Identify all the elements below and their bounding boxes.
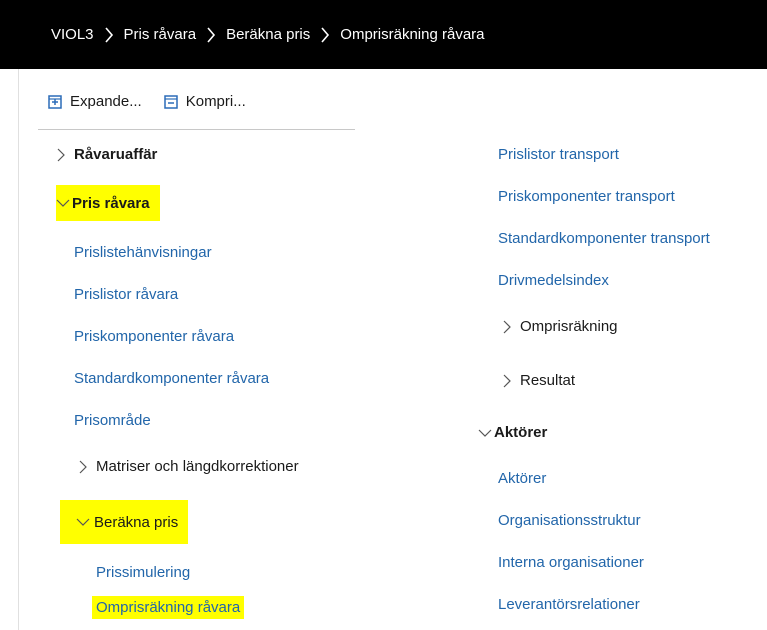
breadcrumb-item-pris-ravara[interactable]: Pris råvara [124,26,197,43]
group-label: Omprisräkning [520,318,618,335]
group-berakna-pris[interactable]: Beräkna pris [60,500,189,544]
group-omprisrakning[interactable]: Omprisräkning [500,318,618,335]
breadcrumb-item-viol3[interactable]: VIOL3 [51,26,94,43]
link-omprisrakning-ravara[interactable]: Omprisräkning råvara [92,596,245,619]
link-priskomponenter-ravara[interactable]: Priskomponenter råvara [74,328,234,345]
link-interna-organisationer[interactable]: Interna organisationer [498,554,644,571]
group-pris-ravara[interactable]: Pris råvara [56,185,160,221]
group-label: Pris råvara [72,194,150,212]
link-leverantorsrelationer[interactable]: Leverantörsrelationer [498,596,640,613]
chevron-down-icon [76,515,90,529]
chevron-right-icon [500,320,514,334]
chevron-down-icon [478,426,492,440]
link-drivmedelsindex[interactable]: Drivmedelsindex [498,272,609,289]
toolbar-divider [38,129,355,130]
link-organisationsstruktur[interactable]: Organisationsstruktur [498,512,641,529]
link-prislistor-transport[interactable]: Prislistor transport [498,146,619,163]
link-prislistor-ravara[interactable]: Prislistor råvara [74,286,178,303]
expand-all-button[interactable]: Expande... [48,93,142,110]
breadcrumb: VIOL3 Pris råvara Beräkna pris Omprisräk… [0,0,767,69]
chevron-right-icon [76,460,90,474]
minus-square-icon [163,94,178,109]
link-standardkomponenter-ravara[interactable]: Standardkomponenter råvara [74,370,269,387]
link-prisomrade[interactable]: Prisområde [74,412,151,429]
left-border [18,69,19,630]
chevron-right-icon [206,25,216,45]
link-standardkomponenter-transport[interactable]: Standardkomponenter transport [498,230,710,247]
group-label: Aktörer [494,424,548,441]
link-priskomponenter-transport[interactable]: Priskomponenter transport [498,188,675,205]
chevron-down-icon [56,196,70,210]
plus-square-icon [48,94,62,109]
breadcrumb-item-omprisrakning-ravara[interactable]: Omprisräkning råvara [340,26,484,43]
breadcrumb-item-berakna-pris[interactable]: Beräkna pris [226,26,310,43]
group-resultat[interactable]: Resultat [500,372,575,389]
group-label: Beräkna pris [94,513,179,531]
collapse-all-button[interactable]: Kompri... [163,93,246,110]
link-aktorer[interactable]: Aktörer [498,470,546,487]
group-label: Matriser och längdkorrektioner [96,458,299,475]
group-matriser[interactable]: Matriser och längdkorrektioner [76,458,299,475]
chevron-right-icon [104,25,114,45]
expand-all-label: Expande... [70,93,142,110]
group-label: Råvaruaffär [74,146,158,163]
link-prissimulering[interactable]: Prissimulering [96,564,190,581]
chevron-right-icon [320,25,330,45]
group-aktorer[interactable]: Aktörer [478,424,547,441]
chevron-right-icon [54,148,68,162]
group-label: Resultat [520,372,576,389]
group-ravaruaffar[interactable]: Råvaruaffär [54,146,157,163]
link-prislistehanvisningar[interactable]: Prislistehänvisningar [74,244,212,261]
chevron-right-icon [500,374,514,388]
toolbar: Expande... Kompri... [48,93,246,110]
collapse-all-label: Kompri... [185,93,246,110]
